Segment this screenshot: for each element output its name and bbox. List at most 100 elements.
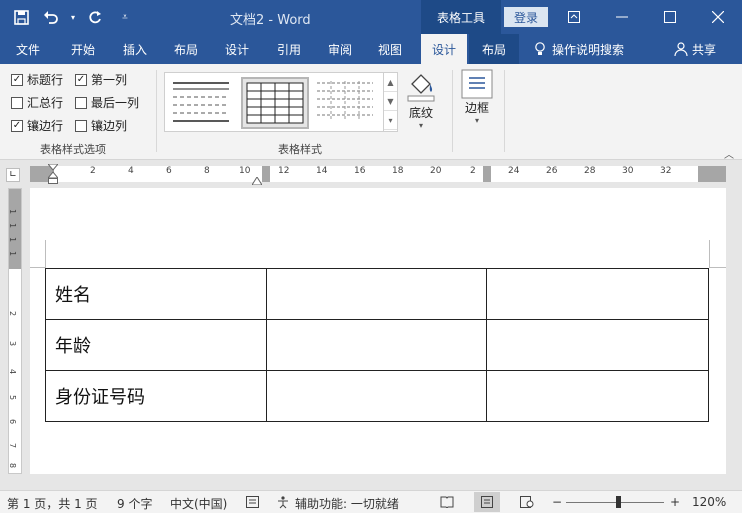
checkbox-label: 镶边行 <box>27 119 64 133</box>
table-style-grid[interactable] <box>241 77 309 129</box>
login-button[interactable]: 登录 <box>504 7 548 27</box>
column-marker[interactable] <box>483 166 491 182</box>
collapse-ribbon-icon[interactable]: ︿ <box>724 146 734 161</box>
table-cell[interactable]: 年龄 <box>45 319 267 371</box>
word-count[interactable]: 9 个字 <box>117 495 152 512</box>
checkbox-box[interactable] <box>11 96 23 109</box>
gallery-down-icon[interactable]: ▼ <box>384 92 397 111</box>
tab-file[interactable]: 文件 <box>0 34 56 64</box>
checkbox-box[interactable] <box>75 119 87 132</box>
tab-insert[interactable]: 插入 <box>110 34 160 64</box>
table-cell[interactable] <box>265 319 488 371</box>
column-marker[interactable] <box>698 166 706 182</box>
table-cell[interactable] <box>486 319 709 371</box>
tab-home[interactable]: 开始 <box>58 34 108 64</box>
zoom-level[interactable]: 120% <box>692 495 726 509</box>
ruler-tick-label: 26 <box>546 166 558 176</box>
tab-review[interactable]: 审阅 <box>316 34 364 64</box>
checkbox-first-column[interactable]: ✓ 第一列 <box>75 71 127 88</box>
tab-view[interactable]: 视图 <box>366 34 414 64</box>
checkbox-banded-columns[interactable]: 镶边列 <box>75 117 127 134</box>
table-cell[interactable]: 身份证号码 <box>45 370 267 422</box>
shading-button[interactable]: 底纹 ▾ <box>404 70 438 130</box>
table-cell[interactable] <box>265 268 488 320</box>
page-count[interactable]: 第 1 页，共 1 页 <box>7 495 98 512</box>
crop-mark <box>710 267 726 268</box>
table-styles-gallery: ▲ ▼ ▾ <box>164 72 398 132</box>
tab-table-design[interactable]: 设计 <box>421 34 467 64</box>
share-label: 共享 <box>692 42 717 57</box>
person-icon <box>674 42 688 56</box>
ruler-tick-label: 4 <box>128 166 134 176</box>
macro-icon[interactable] <box>246 496 259 511</box>
undo-icon[interactable] <box>38 6 64 28</box>
tab-layout[interactable]: 布局 <box>162 34 210 64</box>
group-label-table-style-options: 表格样式选项 <box>40 143 106 156</box>
share-button[interactable]: 共享 <box>674 34 716 64</box>
ruler-tick-label: 2 <box>470 166 476 176</box>
vertical-ruler[interactable]: 1 1 1 1 2 3 4 5 6 7 8 <box>8 188 22 474</box>
ribbon-tabs: 文件 开始 插入 布局 设计 引用 审阅 视图 设计 布局 操作说明搜索 共享 <box>0 34 742 64</box>
borders-label: 边框 <box>464 101 489 115</box>
ruler-tick-label: 10 <box>239 166 251 176</box>
shading-label: 底纹 <box>408 106 433 120</box>
tab-design[interactable]: 设计 <box>212 34 262 64</box>
tab-table-layout[interactable]: 布局 <box>469 34 519 64</box>
checkbox-box[interactable]: ✓ <box>75 73 87 86</box>
accessibility-icon[interactable] <box>276 496 290 512</box>
table-style-light-grid[interactable] <box>313 77 381 129</box>
accessibility-status[interactable]: 辅助功能: 一切就绪 <box>295 495 399 512</box>
checkbox-total-row[interactable]: 汇总行 <box>11 94 63 111</box>
table-style-plain[interactable] <box>169 77 237 129</box>
redo-icon[interactable] <box>82 6 108 28</box>
ruler-margin-area <box>9 189 21 269</box>
paint-bucket-icon <box>407 74 435 102</box>
checkbox-label: 标题行 <box>27 73 64 87</box>
table-cell[interactable] <box>486 268 709 320</box>
ruler-tick-label: 1 <box>8 236 18 243</box>
horizontal-ruler[interactable]: 2 4 6 8 10 12 14 16 18 20 2 24 26 28 30 … <box>30 163 726 186</box>
tab-selector-icon[interactable]: ∟ <box>6 168 20 182</box>
checkbox-last-column[interactable]: 最后一列 <box>75 94 139 111</box>
checkbox-box[interactable]: ✓ <box>11 73 23 86</box>
ruler-tick-label: 30 <box>622 166 634 176</box>
print-layout-icon[interactable] <box>474 492 500 512</box>
tell-me-search[interactable]: 操作说明搜索 <box>534 34 624 64</box>
language-indicator[interactable]: 中文(中国) <box>170 495 227 512</box>
table-cell[interactable] <box>265 370 488 422</box>
close-icon[interactable] <box>694 0 742 34</box>
gallery-scrollbar[interactable]: ▲ ▼ ▾ <box>383 73 397 131</box>
customize-toolbar-icon[interactable]: ⩡ <box>112 6 138 28</box>
tab-references[interactable]: 引用 <box>264 34 314 64</box>
web-layout-icon[interactable] <box>520 496 534 511</box>
minimize-icon[interactable] <box>598 0 646 34</box>
ruler-tick-label: 2 <box>90 166 96 176</box>
column-marker[interactable] <box>262 166 270 182</box>
maximize-icon[interactable] <box>646 0 694 34</box>
group-separator <box>156 70 157 152</box>
document-page[interactable]: 姓名 年龄 身份证号码 <box>30 188 726 474</box>
table-cell[interactable]: 姓名 <box>45 268 267 320</box>
read-mode-icon[interactable] <box>440 496 454 511</box>
checkbox-header-row[interactable]: ✓ 标题行 <box>11 71 63 88</box>
right-indent-marker-icon[interactable] <box>251 174 263 186</box>
table-cell[interactable] <box>486 370 709 422</box>
zoom-slider-thumb[interactable] <box>616 496 621 508</box>
checkbox-box[interactable]: ✓ <box>11 119 23 132</box>
zoom-out-icon[interactable]: − <box>552 495 562 509</box>
ruler-tick-label: 12 <box>278 166 290 176</box>
borders-button[interactable]: 边框 ▾ <box>461 69 493 125</box>
indent-marker-icon[interactable] <box>46 163 60 184</box>
lightbulb-icon <box>535 42 545 55</box>
dropdown-arrow-icon[interactable]: ▾ <box>68 6 78 28</box>
save-icon[interactable] <box>8 6 34 28</box>
ribbon-display-options-icon[interactable] <box>550 0 598 34</box>
zoom-in-icon[interactable]: + <box>670 495 680 509</box>
gallery-up-icon[interactable]: ▲ <box>384 73 397 92</box>
checkbox-banded-rows[interactable]: ✓ 镶边行 <box>11 117 63 134</box>
checkbox-box[interactable] <box>75 96 87 109</box>
zoom-slider-track[interactable] <box>566 502 664 503</box>
ruler-area: ∟ 2 4 6 8 10 12 14 16 18 20 2 24 26 28 3… <box>0 160 742 188</box>
gallery-more-icon[interactable]: ▾ <box>384 111 397 130</box>
document-table[interactable]: 姓名 年龄 身份证号码 <box>45 268 709 422</box>
